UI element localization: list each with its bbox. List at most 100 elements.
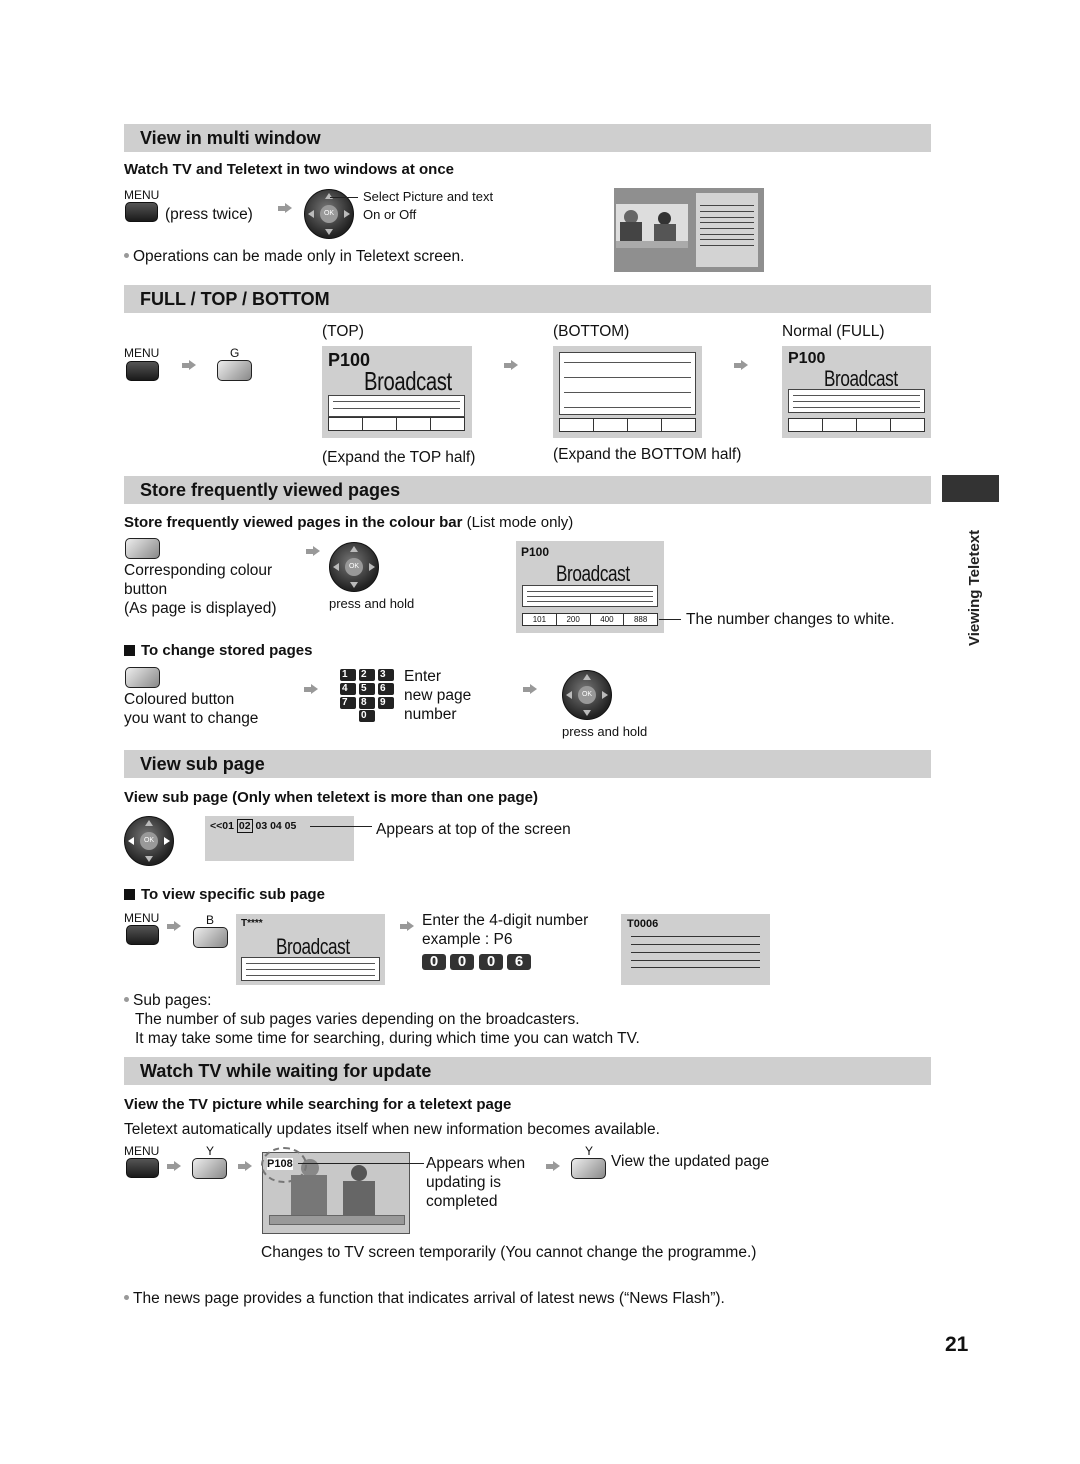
top-label: (TOP): [322, 323, 364, 340]
menu-label: MENU: [124, 1144, 160, 1158]
enter-line1: Enter: [404, 668, 442, 685]
page-badge: P108: [267, 1158, 293, 1170]
menu-label: MENU: [124, 346, 160, 360]
page-number: P100: [521, 545, 550, 559]
press-hold-label: press and hold: [562, 724, 648, 739]
watch-update-description: Teletext automatically updates itself wh…: [124, 1121, 660, 1138]
y-label: Y: [585, 1144, 594, 1158]
menu-button-icon: [126, 1158, 159, 1178]
colour-bar-pages: 101 200 400 888: [522, 613, 658, 626]
colour-bar-icon: [328, 417, 465, 431]
callout-line: [310, 826, 372, 827]
g-button-icon: [217, 360, 252, 381]
section-header-multi-window: View in multi window: [124, 124, 931, 152]
teletext-panel-icon: [696, 193, 758, 267]
callout-line: [659, 619, 681, 620]
page-number: 21: [945, 1333, 969, 1356]
broadcast-text: Broadcast: [364, 366, 452, 396]
enter-line3: number: [404, 706, 457, 723]
step1-line1: Corresponding colour: [124, 562, 273, 579]
colour-bar-page: 200: [557, 614, 591, 625]
change-step1-line2: you want to change: [124, 710, 259, 727]
section-header-full-top-bottom: FULL / TOP / BOTTOM: [124, 285, 931, 313]
sub-page-subtitle: View sub page (Only when teletext is mor…: [124, 789, 538, 806]
multi-window-subtitle: Watch TV and Teletext in two windows at …: [124, 161, 455, 178]
sub-page-indicator-screen: <<01 02 03 04 05: [205, 816, 354, 861]
sub-pages-note2: It may take some time for searching, dur…: [135, 1030, 640, 1047]
select-picture-text-line2: On or Off: [363, 207, 417, 222]
callout-line: [298, 1163, 424, 1164]
side-tab-block: [942, 475, 999, 502]
colour-bar-page: 888: [633, 615, 648, 624]
tv-screen-caption: Changes to TV screen temporarily (You ca…: [261, 1244, 757, 1261]
colour-bar-page: 400: [591, 614, 625, 625]
view-updated-page: View the updated page: [611, 1153, 770, 1170]
appears-when-line1: Appears when: [426, 1155, 526, 1172]
press-hold-label: press and hold: [329, 596, 415, 611]
text-lines-icon: [328, 395, 465, 417]
text-lines-icon: [241, 957, 380, 981]
step1-line2: button: [124, 581, 168, 598]
watch-update-subtitle: View the TV picture while searching for …: [124, 1096, 512, 1113]
sub-pages-note1: The number of sub pages varies depending…: [135, 1011, 580, 1028]
multi-window-note: Operations can be made only in Teletext …: [124, 247, 464, 266]
menu-button-icon: [126, 361, 159, 381]
bottom-caption: (Expand the BOTTOM half): [553, 446, 742, 463]
text-lines-icon: [522, 585, 658, 607]
colour-bar-icon: [559, 418, 696, 432]
specific-sub-page-heading: To view specific sub page: [124, 886, 325, 903]
page-number: P100: [788, 350, 826, 367]
broadcast-text: Broadcast: [556, 561, 630, 586]
result-page-label: T0006: [627, 918, 659, 930]
enter-4-digit-line2: example : P6: [422, 931, 513, 948]
menu-label: MENU: [124, 911, 160, 925]
callout-line: [330, 197, 358, 198]
store-pages-screen: P100 Broadcast 101 200 400 888: [516, 541, 664, 633]
side-tab-label: Viewing Teletext: [966, 529, 983, 646]
change-step1-line1: Coloured button: [124, 691, 235, 708]
digit-key: 0: [422, 954, 446, 970]
news-flash-note: The news page provides a function that i…: [124, 1289, 725, 1308]
step1-line3: (As page is displayed): [124, 600, 277, 617]
enter-4-digit-line1: Enter the 4-digit number: [422, 912, 589, 929]
appears-when-line3: completed: [426, 1193, 498, 1210]
b-button-icon: [193, 927, 228, 948]
appears-top-callout: Appears at top of the screen: [376, 821, 571, 838]
enter-line2: new page: [404, 687, 472, 704]
menu-label: MENU: [124, 188, 160, 202]
sub-pages-heading: Sub pages:: [124, 991, 211, 1010]
change-stored-heading: To change stored pages: [124, 642, 312, 659]
dpad-ok-icon: OK: [329, 542, 379, 592]
dpad-ok-icon: OK: [562, 670, 612, 720]
full-label: Normal (FULL): [782, 323, 885, 340]
digit-key: 6: [507, 954, 531, 970]
press-twice-note: (press twice): [165, 206, 253, 223]
number-changes-callout: The number changes to white.: [686, 611, 895, 628]
appears-when-line2: updating is: [426, 1174, 501, 1191]
top-caption: (Expand the TOP half): [322, 449, 476, 466]
select-picture-text-line1: Select Picture and text: [363, 189, 494, 204]
dpad-left-right-icon: OK: [124, 816, 174, 866]
b-label: B: [206, 913, 215, 927]
colour-bar-icon: [788, 418, 925, 432]
full-mode-screen: P100 Broadcast: [782, 346, 931, 438]
digit-key: 0: [479, 954, 503, 970]
colour-button-icon: [125, 538, 160, 559]
tv-picture-icon: [616, 204, 688, 248]
menu-button-icon: [125, 202, 158, 222]
bottom-label: (BOTTOM): [553, 323, 630, 340]
bottom-mode-screen: [553, 346, 702, 438]
top-mode-screen: P100 Broadcast: [322, 346, 472, 438]
section-header-watch-update: Watch TV while waiting for update: [124, 1057, 931, 1085]
section-header-store-pages: Store frequently viewed pages: [124, 476, 931, 504]
text-lines-icon: [559, 352, 696, 415]
t-page-screen: T**** Broadcast: [236, 914, 385, 985]
y-button-icon: [192, 1158, 227, 1179]
multi-window-illustration: [614, 188, 764, 272]
menu-button-icon: [126, 925, 159, 945]
digit-key: 0: [450, 954, 474, 970]
y-label: Y: [206, 1144, 215, 1158]
t-page-label: T****: [241, 918, 263, 929]
text-lines-icon: [788, 389, 925, 413]
number-keypad-icon: 1 2 3 4 5 6 7 8 9 0: [340, 669, 396, 722]
